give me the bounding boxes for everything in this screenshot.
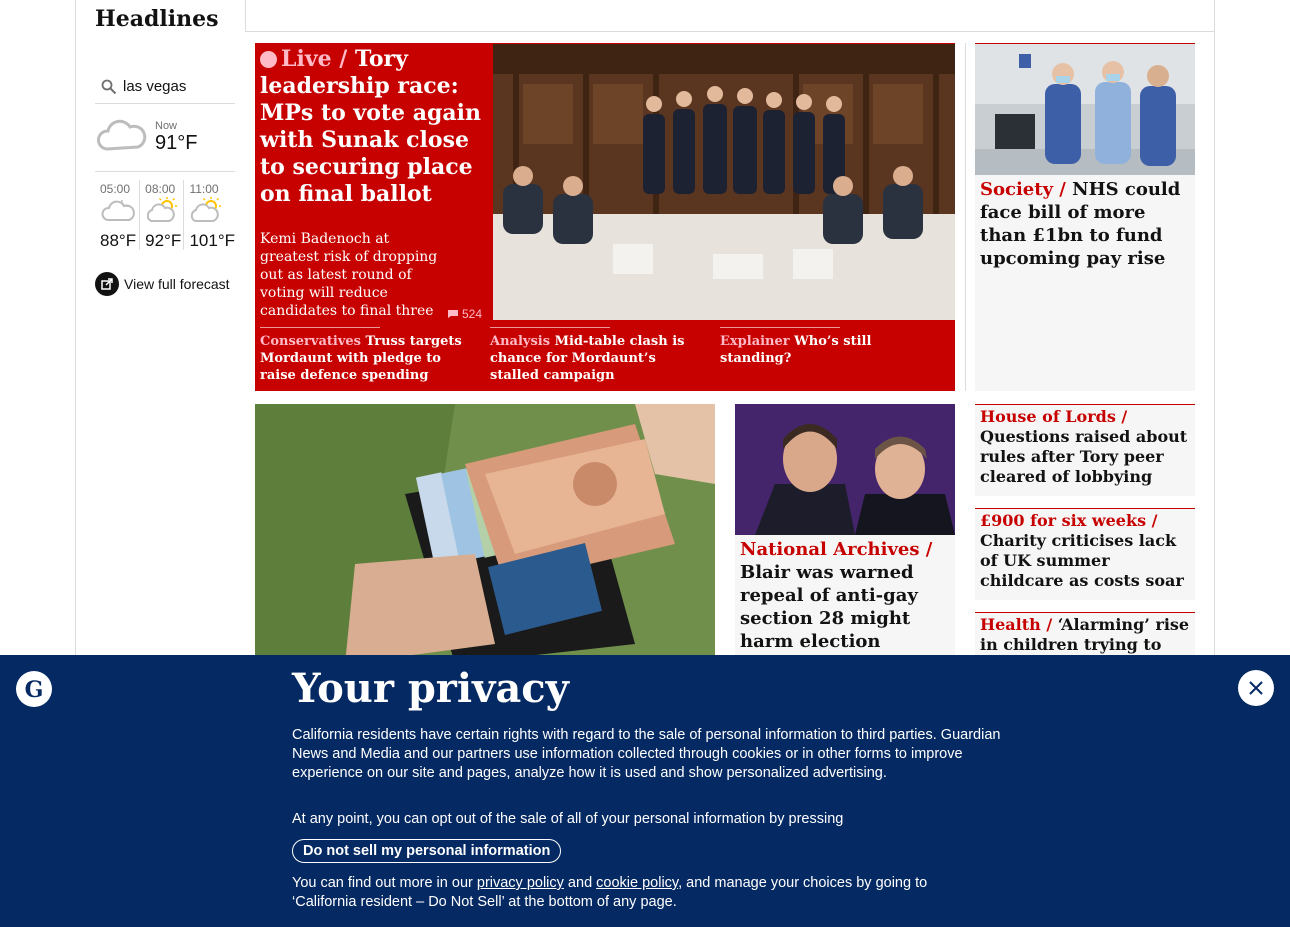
forecast-temp: 92°F [145, 231, 182, 250]
sublink-item[interactable]: Analysis Mid-table clash is chance for M… [490, 327, 720, 384]
privacy-text-1: California residents have certain rights… [292, 727, 1001, 781]
story-kicker: House of Lords / [980, 407, 1128, 426]
main-story-card[interactable]: Live / Tory leadership race: MPs to vote… [255, 43, 955, 391]
sublink-rule [720, 327, 840, 328]
external-link-icon [95, 272, 119, 296]
privacy-text-and: and [563, 875, 597, 891]
privacy-banner: G Your privacy California residents have… [0, 655, 1290, 927]
comment-count[interactable]: 524 [447, 307, 482, 321]
weather-location: las vegas [123, 78, 187, 95]
commons-committee-photo[interactable] [493, 44, 955, 320]
weather-now-label: Now [155, 120, 178, 132]
nhs-story-card[interactable]: Society / NHS could face bill of more th… [975, 43, 1195, 391]
forecast-slot: 11:00 101°F [183, 180, 235, 250]
close-button[interactable] [1238, 670, 1274, 706]
forecast-slot: 08:00 92°F [139, 180, 183, 250]
blair-story-card[interactable]: National Archives / Blair was warned rep… [735, 404, 955, 675]
section-title: Headlines [95, 6, 219, 32]
sun-cloud-icon [145, 197, 181, 228]
weather-forecast: 05:00 88°F 08:00 92°F 11:00 101°F [95, 180, 235, 250]
search-icon [95, 79, 123, 95]
sublink-rule [260, 327, 380, 328]
view-full-forecast-label: View full forecast [124, 276, 230, 292]
nhs-story-headline: Society / NHS could face bill of more th… [975, 175, 1195, 273]
childcare-story-card[interactable]: £900 for six weeks / Charity criticises l… [975, 508, 1195, 600]
story-kicker: Health / [980, 615, 1053, 634]
privacy-text-3: You can find out more in our privacy pol… [292, 874, 992, 912]
story-headline-text: Questions raised about rules after Tory … [980, 427, 1188, 486]
forecast-time: 11:00 [189, 182, 219, 196]
comment-count-value: 524 [462, 307, 483, 321]
wallet-photo[interactable] [255, 404, 715, 664]
header-rule [246, 31, 1214, 32]
forecast-time: 05:00 [100, 182, 131, 196]
privacy-title: Your privacy [292, 665, 569, 712]
lords-story-card[interactable]: House of Lords / Questions raised about r… [975, 404, 1195, 496]
blair-photo [735, 404, 955, 535]
column-divider [965, 43, 966, 391]
night-cloud-icon [100, 199, 136, 228]
health-story-card[interactable]: Health / ‘Alarming’ rise in children try… [975, 612, 1195, 657]
close-icon [1249, 681, 1263, 695]
weather-now: Now 91°F [95, 104, 235, 172]
guardian-logo-icon: G [16, 671, 52, 707]
weather-widget: las vegas Now 91°F 05:00 88°F 08:00 92°F… [95, 70, 235, 296]
story-headline-text: Charity criticises lack of UK summer chi… [980, 531, 1184, 590]
forecast-time: 08:00 [145, 182, 176, 196]
forecast-temp: 88°F [100, 231, 137, 250]
sublink-item[interactable]: Conservatives Truss targets Mordaunt wit… [260, 327, 490, 384]
sublink-kicker: Conservatives [260, 334, 361, 349]
story-kicker: Society / [980, 179, 1066, 200]
do-not-sell-button[interactable]: Do not sell my personal information [292, 839, 562, 863]
sublink-kicker: Analysis [490, 334, 551, 349]
weather-now-temp: 91°F [155, 132, 198, 154]
live-dot-icon [260, 51, 277, 68]
weather-location-search[interactable]: las vegas [95, 70, 235, 104]
live-kicker: Live / [281, 46, 348, 72]
main-story-standfirst: Kemi Badenoch at greatest risk of droppi… [260, 231, 438, 319]
sun-cloud-icon [189, 197, 225, 228]
privacy-policy-link[interactable]: privacy policy [477, 875, 564, 891]
sublink-item[interactable]: Explainer Who’s still standing? [720, 327, 950, 384]
main-story-content: Live / Tory leadership race: MPs to vote… [260, 46, 486, 320]
forecast-slot: 05:00 88°F [95, 180, 139, 250]
nurses-photo [975, 44, 1195, 175]
sublink-kicker: Explainer [720, 334, 790, 349]
main-story-headline[interactable]: Live / Tory leadership race: MPs to vote… [260, 46, 486, 208]
privacy-text-3a: You can find out more in our [292, 875, 477, 891]
header-divider [245, 0, 246, 32]
forecast-temp: 101°F [189, 231, 235, 250]
story-kicker: National Archives / [740, 539, 933, 560]
privacy-text-2: At any point, you can opt out of the sal… [292, 811, 844, 827]
story-kicker: £900 for six weeks / [980, 511, 1158, 530]
comment-icon [448, 310, 458, 318]
sublink-rule [490, 327, 610, 328]
view-full-forecast-link[interactable]: View full forecast [95, 272, 235, 296]
main-story-sublinks: Conservatives Truss targets Mordaunt wit… [260, 327, 950, 384]
svg-text:G: G [25, 677, 44, 703]
cloud-icon [95, 115, 155, 160]
cookie-policy-link[interactable]: cookie policy [596, 875, 678, 891]
